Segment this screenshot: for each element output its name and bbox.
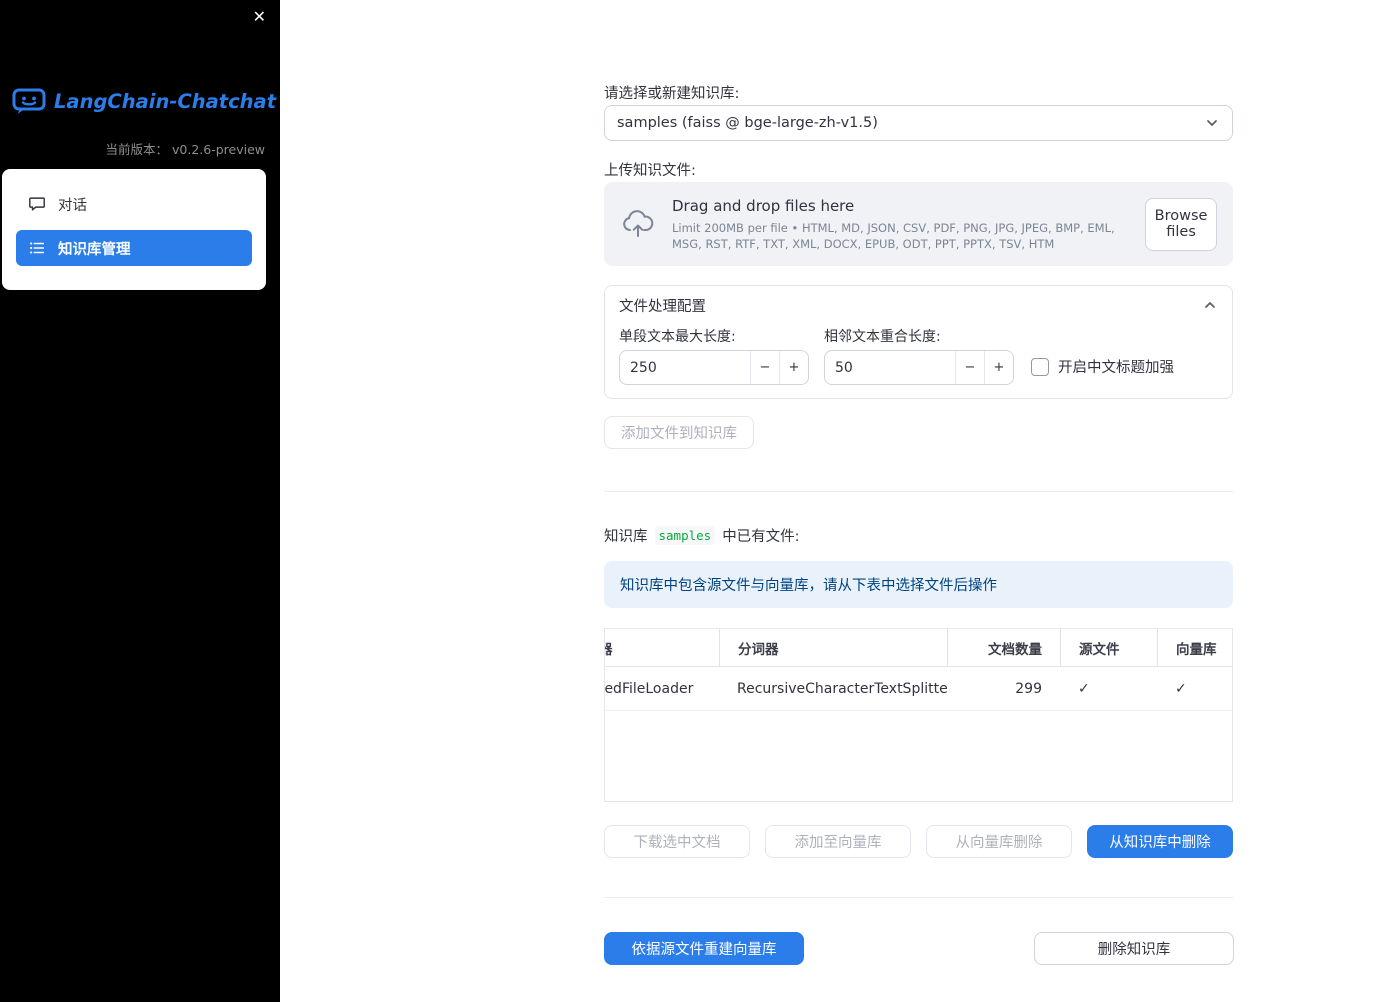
version-label: 当前版本：	[105, 142, 168, 157]
sidebar-item-knowledge-base[interactable]: 知识库管理	[16, 230, 252, 266]
kb-selectbox[interactable]: samples (faiss @ bge-large-zh-v1.5)	[604, 105, 1233, 141]
checkbox-icon[interactable]	[1031, 357, 1049, 376]
decrement-button[interactable]: −	[750, 351, 779, 384]
column-header-vector-store[interactable]: 向量库	[1157, 629, 1232, 666]
files-line-suffix: 中已有文件:	[722, 529, 800, 545]
sidebar: ✕ LangChain-Chatchat 当前版本： v0.2.6-preview	[0, 0, 280, 1002]
cell-vector-store-check: ✓	[1175, 680, 1187, 697]
version-value: v0.2.6-preview	[172, 142, 265, 157]
files-line-prefix: 知识库	[604, 529, 648, 545]
sidebar-item-label: 知识库管理	[58, 241, 131, 258]
expander-header[interactable]: 文件处理配置	[605, 286, 1232, 324]
add-files-to-kb-button[interactable]: 添加文件到知识库	[604, 416, 754, 449]
kb-select-label: 请选择或新建知识库:	[604, 86, 740, 102]
add-to-vector-store-button[interactable]: 添加至向量库	[765, 825, 911, 858]
cell-source-file-check: ✓	[1078, 680, 1090, 697]
expander-title: 文件处理配置	[619, 298, 706, 315]
dropzone-texts: Drag and drop files here Limit 200MB per…	[672, 197, 1145, 252]
cell-loader: redFileLoader	[605, 680, 694, 697]
sidebar-item-label: 对话	[58, 197, 87, 214]
max-length-value: 250	[630, 359, 657, 376]
info-banner-text: 知识库中包含源文件与向量库，请从下表中选择文件后操作	[620, 578, 997, 594]
sidebar-item-dialogue[interactable]: 对话	[16, 187, 252, 221]
column-header-source-file[interactable]: 源文件	[1060, 629, 1157, 666]
kb-selectbox-value: samples (faiss @ bge-large-zh-v1.5)	[617, 115, 878, 131]
zh-title-enhance-checkbox[interactable]: 开启中文标题加强	[1031, 356, 1174, 377]
delete-kb-button[interactable]: 删除知识库	[1034, 932, 1234, 965]
increment-button[interactable]: +	[984, 351, 1013, 384]
delete-from-kb-button[interactable]: 从知识库中删除	[1087, 825, 1233, 858]
delete-from-vector-store-button[interactable]: 从向量库删除	[926, 825, 1072, 858]
cloud-upload-icon	[620, 209, 656, 239]
overlap-length-input[interactable]: 50 − +	[824, 350, 1014, 385]
dropzone-limit: Limit 200MB per file • HTML, MD, JSON, C…	[672, 220, 1115, 251]
column-header-doc-count[interactable]: 文档数量	[947, 629, 1060, 666]
file-config-expander: 文件处理配置 单段文本最大长度: 250 − + 相邻文本重合长度: 50 − …	[604, 285, 1233, 399]
info-banner: 知识库中包含源文件与向量库，请从下表中选择文件后操作	[604, 561, 1233, 608]
column-header-splitter[interactable]: 分词器	[719, 629, 947, 666]
existing-files-line: 知识库 samples 中已有文件:	[604, 525, 800, 546]
divider	[604, 897, 1233, 898]
kb-name-code: samples	[654, 526, 716, 545]
logo-text: LangChain-Chatchat	[54, 90, 277, 113]
table-row[interactable]: redFileLoader RecursiveCharacterTextSpli…	[605, 667, 1232, 711]
close-icon[interactable]: ✕	[253, 8, 266, 26]
column-header-loader[interactable]: 器	[605, 629, 719, 666]
main-content: 请选择或新建知识库: samples (faiss @ bge-large-zh…	[604, 0, 1234, 1002]
sidebar-menu: 对话 知识库管理	[2, 169, 266, 290]
file-dropzone[interactable]: Drag and drop files here Limit 200MB per…	[604, 182, 1233, 266]
chevron-up-icon	[1202, 297, 1218, 313]
download-selected-button[interactable]: 下载选中文档	[604, 825, 750, 858]
table-header-row: 器 分词器 文档数量 源文件 向量库	[605, 629, 1232, 667]
dropzone-title: Drag and drop files here	[672, 196, 855, 215]
chat-bubble-icon	[28, 195, 46, 213]
max-length-input[interactable]: 250 − +	[619, 350, 809, 385]
files-table[interactable]: 器 分词器 文档数量 源文件 向量库 redFileLoader Recursi…	[604, 628, 1233, 802]
chevron-down-icon	[1204, 115, 1220, 131]
checkbox-label: 开启中文标题加强	[1058, 360, 1174, 376]
app-root: ✕ LangChain-Chatchat 当前版本： v0.2.6-preview	[0, 0, 1380, 1002]
max-length-label: 单段文本最大长度:	[619, 329, 736, 345]
overlap-length-label: 相邻文本重合长度:	[824, 329, 941, 345]
version-text: 当前版本： v0.2.6-preview	[105, 139, 265, 158]
browse-files-button[interactable]: Browse files	[1145, 197, 1217, 251]
app-logo: LangChain-Chatchat	[12, 88, 276, 115]
chatbot-logo-icon	[12, 88, 46, 115]
rebuild-vector-store-button[interactable]: 依据源文件重建向量库	[604, 932, 804, 965]
divider	[604, 491, 1233, 492]
list-icon	[28, 239, 46, 257]
upload-label: 上传知识文件:	[604, 163, 696, 179]
cell-doc-count: 299	[1015, 680, 1042, 697]
increment-button[interactable]: +	[779, 351, 808, 384]
overlap-length-value: 50	[835, 359, 853, 376]
decrement-button[interactable]: −	[955, 351, 984, 384]
cell-splitter: RecursiveCharacterTextSplitter	[737, 680, 947, 697]
